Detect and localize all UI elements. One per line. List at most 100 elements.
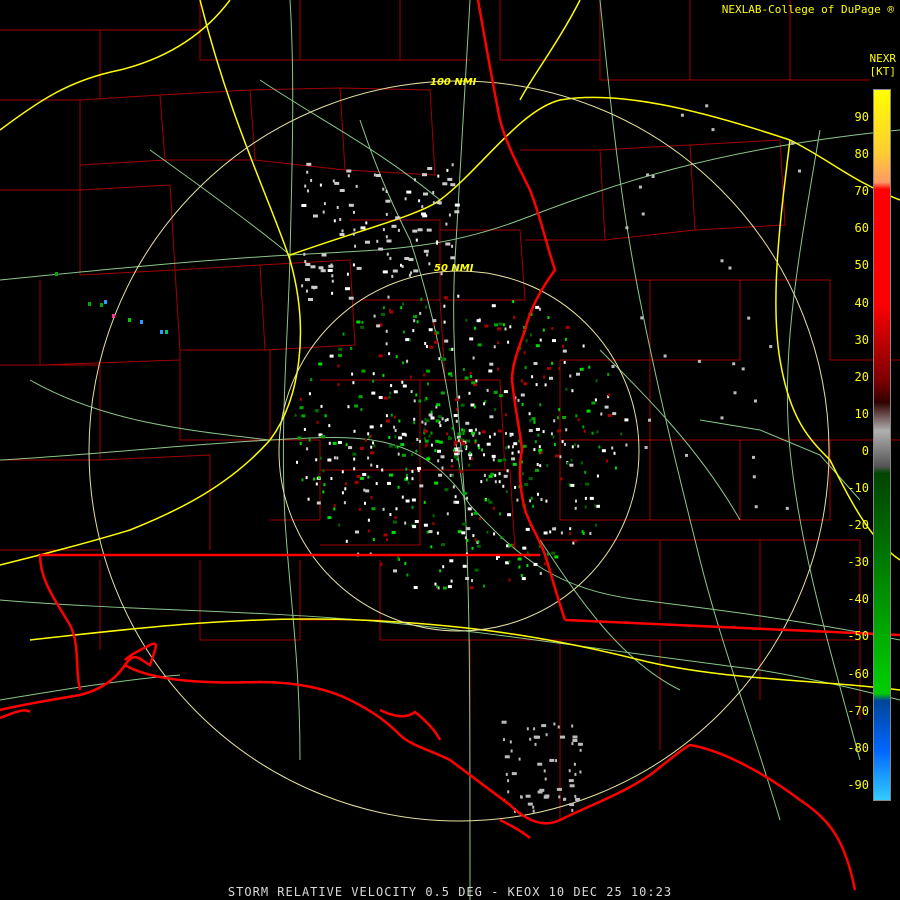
radar-echo bbox=[503, 738, 505, 742]
radar-echo bbox=[754, 505, 758, 509]
radar-echo bbox=[624, 418, 629, 422]
radar-echo bbox=[426, 530, 429, 534]
radar-echo bbox=[448, 213, 451, 217]
radar-echo bbox=[728, 266, 732, 270]
radar-echo bbox=[457, 294, 460, 298]
radar-echo bbox=[507, 513, 512, 517]
radar-echo bbox=[425, 419, 430, 423]
radar-echo bbox=[512, 300, 515, 304]
radar-echo bbox=[409, 338, 411, 342]
radar-echo bbox=[363, 488, 366, 492]
radar-echo bbox=[572, 739, 578, 742]
radar-echo bbox=[498, 472, 501, 476]
radar-echo bbox=[481, 448, 483, 452]
range-ring-100nmi-label: 100 NMI bbox=[430, 77, 477, 88]
radar-echo bbox=[413, 417, 416, 421]
radar-echo bbox=[370, 445, 373, 449]
radar-echo bbox=[306, 447, 309, 451]
radar-echo bbox=[409, 375, 412, 379]
radar-echo bbox=[386, 538, 388, 542]
radar-echo bbox=[598, 445, 601, 449]
radar-echo bbox=[450, 256, 456, 260]
radar-echo bbox=[404, 197, 407, 201]
radar-echo bbox=[535, 427, 540, 431]
product-code: NEXR bbox=[869, 52, 897, 65]
radar-echo bbox=[404, 257, 410, 260]
radar-echo bbox=[525, 339, 528, 343]
radar-echo bbox=[569, 803, 575, 807]
color-scale-tick: -20 bbox=[847, 518, 869, 533]
radar-echo bbox=[573, 762, 576, 766]
radar-echo bbox=[472, 356, 475, 360]
radar-echo bbox=[347, 405, 350, 409]
radar-echo bbox=[535, 305, 540, 309]
radar-echo bbox=[571, 742, 574, 746]
radar-echo bbox=[301, 414, 306, 418]
radar-echo bbox=[427, 382, 430, 386]
radar-echo bbox=[359, 446, 364, 450]
radar-echo bbox=[301, 478, 304, 482]
radar-echo bbox=[532, 504, 534, 508]
radar-echo bbox=[625, 443, 628, 447]
radar-echo bbox=[526, 727, 529, 731]
radar-echo bbox=[433, 332, 436, 335]
radar-echo bbox=[545, 733, 548, 737]
radar-echo bbox=[752, 455, 755, 459]
radar-echo bbox=[299, 441, 302, 445]
radar-echo bbox=[588, 365, 591, 369]
radar-echo bbox=[322, 490, 325, 494]
radar-echo bbox=[785, 506, 789, 510]
radar-echo bbox=[432, 322, 435, 326]
radar-echo bbox=[386, 419, 390, 423]
radar-echo bbox=[453, 440, 458, 444]
radar-echo bbox=[353, 457, 356, 461]
radar-echo bbox=[320, 404, 323, 408]
radar-echo bbox=[535, 468, 539, 472]
radar-echo bbox=[450, 459, 453, 463]
radar-echo bbox=[391, 224, 397, 228]
radar-echo bbox=[310, 179, 313, 182]
color-scale-tick: -80 bbox=[847, 740, 869, 755]
radar-echo bbox=[367, 475, 370, 479]
color-scale-tick: 10 bbox=[854, 406, 869, 421]
radar-echo bbox=[382, 507, 385, 511]
radar-echo bbox=[352, 263, 355, 267]
radar-echo bbox=[441, 417, 444, 421]
radar-echo bbox=[569, 527, 572, 531]
radar-echo bbox=[506, 469, 509, 473]
radar-echo bbox=[310, 265, 316, 269]
radar-echo bbox=[490, 472, 495, 476]
radar-echo bbox=[496, 557, 498, 560]
radar-echo bbox=[486, 530, 489, 534]
radar-echo bbox=[410, 271, 413, 275]
radar-echo bbox=[476, 544, 481, 548]
radar-echo bbox=[569, 374, 572, 378]
radar-echo bbox=[584, 470, 587, 474]
radar-echo bbox=[423, 249, 429, 253]
radar-echo bbox=[441, 543, 445, 547]
radar-echo bbox=[430, 410, 433, 414]
radar-echo bbox=[491, 454, 496, 458]
radar-echo bbox=[301, 204, 307, 207]
radar-echo bbox=[564, 797, 567, 801]
radar-echo bbox=[165, 330, 168, 334]
radar-echo bbox=[462, 491, 467, 495]
radar-echo bbox=[685, 453, 688, 457]
radar-echo bbox=[538, 445, 541, 449]
radar-echo bbox=[435, 419, 440, 423]
radar-echo bbox=[510, 749, 513, 753]
radar-echo bbox=[541, 724, 547, 728]
radar-echo bbox=[504, 327, 507, 331]
radar-echo bbox=[551, 551, 556, 555]
radar-echo bbox=[533, 420, 536, 424]
radar-echo bbox=[463, 429, 466, 432]
radar-echo bbox=[518, 565, 521, 569]
radar-echo bbox=[733, 391, 737, 395]
radar-echo bbox=[483, 453, 485, 457]
radar-echo bbox=[385, 199, 391, 203]
radar-echo bbox=[552, 435, 555, 439]
radar-echo bbox=[450, 374, 453, 378]
radar-echo bbox=[419, 484, 424, 488]
radar-echo bbox=[451, 163, 454, 167]
radar-echo bbox=[371, 507, 376, 511]
